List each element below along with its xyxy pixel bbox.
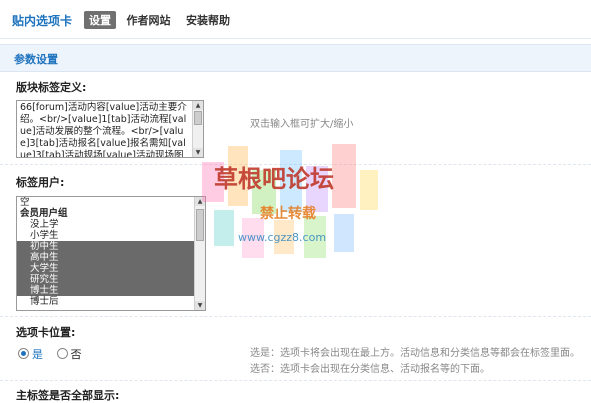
tab-position-radio-group: 是 否 xyxy=(18,346,92,362)
tag-def-value: 66[forum]活动内容[value]活动主要介绍。<br/>[value]1… xyxy=(20,102,187,158)
radio-yes[interactable] xyxy=(18,348,29,359)
list-item[interactable]: 研究生 xyxy=(17,274,205,285)
tab-settings[interactable]: 设置 xyxy=(84,11,116,29)
list-item[interactable]: 博士后 xyxy=(17,296,205,307)
listbox-scrollbar[interactable]: ▲ ▼ xyxy=(194,197,205,310)
list-item[interactable]: 会员用户组 xyxy=(17,208,196,219)
list-item[interactable]: 博士生 xyxy=(17,285,205,296)
option-list: 空会员用户组 没上学 小学生 初中生 高中生 大学生 研究生 博士生 博士后 xyxy=(17,197,205,307)
list-item[interactable]: 空 xyxy=(17,197,196,208)
radio-no[interactable] xyxy=(56,348,68,359)
divider xyxy=(0,164,591,165)
tab-position-hint-no: 选否：选项卡会出现在分类信息、活动报名等的下面。 xyxy=(250,364,490,375)
tag-def-label: 版块标签定义: xyxy=(16,81,87,94)
radio-no-label[interactable]: 否 xyxy=(71,348,82,361)
divider xyxy=(0,380,591,381)
scroll-down-icon[interactable]: ▼ xyxy=(193,148,203,157)
scroll-up-icon[interactable]: ▲ xyxy=(193,101,203,110)
tab-author-site[interactable]: 作者网站 xyxy=(122,11,176,29)
section-header: 参数设置 xyxy=(0,44,591,72)
show-all-label: 主标签是否全部显示: xyxy=(16,389,120,402)
watermark-url: www.cgzz8.com xyxy=(238,231,326,244)
watermark-title: 草根吧论坛 xyxy=(214,165,334,193)
list-item[interactable]: 大学生 xyxy=(17,263,205,274)
top-bar: 贴内选项卡 设置 作者网站 安装帮助 xyxy=(0,0,591,39)
divider xyxy=(0,316,591,317)
radio-yes-label[interactable]: 是 xyxy=(32,348,43,361)
watermark-subtitle: 禁止转载 xyxy=(260,205,316,222)
scroll-up-icon[interactable]: ▲ xyxy=(195,197,205,206)
list-item[interactable]: 小学生 xyxy=(17,230,205,241)
tag-users-label: 标签用户: xyxy=(16,176,65,189)
list-item[interactable]: 没上学 xyxy=(17,219,205,230)
watermark-blocks xyxy=(202,144,378,258)
list-item[interactable]: 高中生 xyxy=(17,252,205,263)
scroll-thumb[interactable] xyxy=(196,209,204,241)
scroll-thumb[interactable] xyxy=(194,111,202,125)
tab-install-help[interactable]: 安装帮助 xyxy=(181,11,235,29)
section-title: 参数设置 xyxy=(14,53,58,66)
watermark: 草根吧论坛 禁止转载 www.cgzz8.com xyxy=(202,144,378,258)
list-item[interactable]: 初中生 xyxy=(17,241,205,252)
tag-users-select[interactable]: 空会员用户组 没上学 小学生 初中生 高中生 大学生 研究生 博士生 博士后 ▲ ▼ xyxy=(16,196,206,311)
tab-position-hint-yes: 选是：选项卡将会出现在最上方。活动信息和分类信息等都会在标签里面。 xyxy=(250,348,580,359)
scroll-down-icon[interactable]: ▼ xyxy=(195,301,205,310)
tag-def-hint: 双击输入框可扩大/缩小 xyxy=(250,119,354,130)
app-title: 贴内选项卡 xyxy=(12,14,73,28)
tag-def-textarea[interactable]: 66[forum]活动内容[value]活动主要介绍。<br/>[value]1… xyxy=(16,100,204,158)
tab-position-label: 选项卡位置: xyxy=(16,326,76,339)
textarea-scrollbar[interactable]: ▲ ▼ xyxy=(192,101,203,157)
nav-tabs: 设置 作者网站 安装帮助 xyxy=(84,11,237,29)
